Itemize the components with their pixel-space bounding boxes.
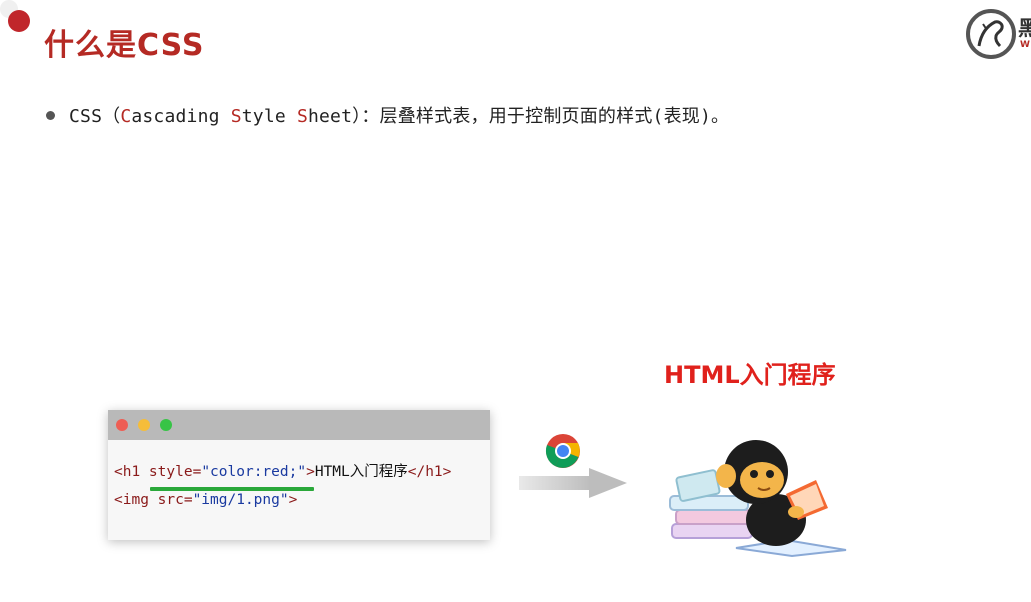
close-dot-icon — [116, 419, 128, 431]
right-arrow-icon — [519, 468, 627, 498]
initial-s-sheet: S — [296, 106, 308, 127]
chrome-icon — [545, 434, 580, 468]
code-editor-window: <h1 style="color:red;">HTML入门程序</h1> <im… — [108, 410, 490, 540]
src-attr: src= — [157, 492, 193, 508]
logo-subtext: W — [1020, 40, 1030, 50]
style-value: "color:red;" — [201, 464, 307, 480]
monkey-reading-icon — [669, 440, 847, 558]
rendered-heading: HTML入门程序 — [664, 361, 836, 389]
style-underline — [150, 487, 314, 491]
word-tyle: tyle — [241, 106, 297, 127]
style-attr: style= — [148, 464, 202, 480]
minimize-dot-icon — [138, 419, 150, 431]
src-value: "img/1.png" — [192, 492, 289, 508]
window-title-bar — [108, 410, 490, 440]
h1-text: HTML入门程序 — [314, 464, 408, 480]
code-line-1: <h1 style="color:red;">HTML入门程序</h1> — [114, 458, 490, 486]
definition-bullet: CSS（Cascading Style Sheet）：层叠样式表，用于控制页面的… — [46, 102, 729, 128]
code-content: <h1 style="color:red;">HTML入门程序</h1> <im… — [108, 440, 490, 514]
definition-rest: heet）：层叠样式表，用于控制页面的样式(表现)。 — [307, 106, 730, 127]
h1-end-tag: </h1> — [407, 464, 452, 480]
h1-open-tag: <h1 — [114, 464, 149, 480]
definition-text: CSS（Cascading Style Sheet）：层叠样式表，用于控制页面的… — [69, 102, 729, 128]
img-open-tag: <img — [114, 492, 158, 508]
logo-text: 黑 — [1018, 16, 1031, 40]
page-title: 什么是CSS — [44, 28, 205, 63]
h1-close-bracket: > — [306, 464, 315, 480]
maximize-dot-icon — [160, 419, 172, 431]
horse-logo-icon — [966, 9, 1016, 59]
initial-s: S — [230, 106, 242, 127]
corner-red-dot — [8, 10, 30, 32]
bullet-icon — [46, 110, 55, 120]
initial-c: C — [120, 106, 132, 127]
word-ascading: ascading — [131, 106, 231, 127]
img-close-bracket: > — [288, 492, 298, 508]
definition-prefix: CSS（ — [69, 106, 121, 127]
